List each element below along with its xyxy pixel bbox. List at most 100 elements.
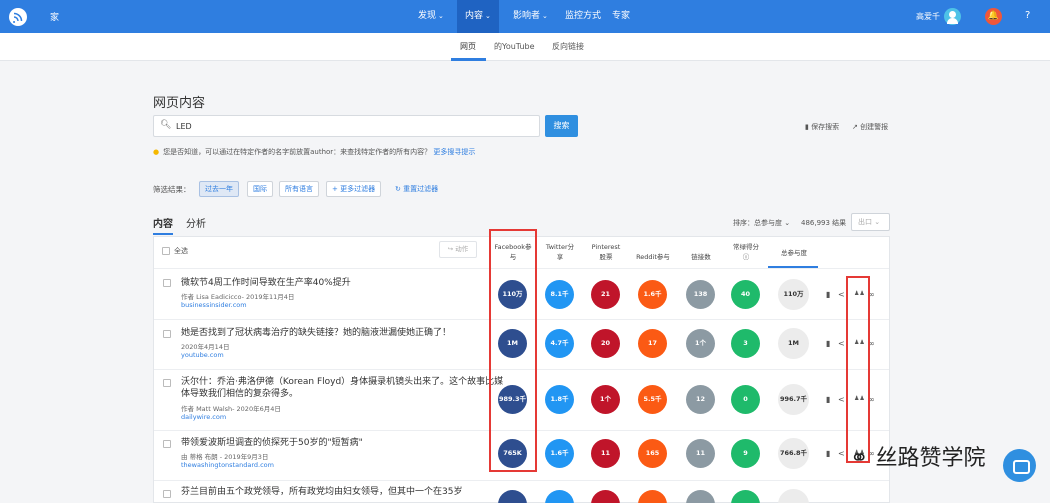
col-header-links[interactable]: 链接数 [680, 252, 722, 262]
refresh-icon: ↻ [395, 185, 404, 193]
metric-bubble-pinterest: 11 [591, 439, 620, 468]
filter-label: 筛选结果： [153, 185, 191, 194]
metric-bubble-reddit: 1.6千 [638, 280, 667, 309]
nav-discover[interactable]: 发现 ⌄ [410, 0, 452, 33]
metric-bubble-twitter: 8.1千 [545, 280, 574, 309]
filter-past-year[interactable]: 过去一年 [199, 181, 239, 197]
metric-bubble-pinterest: 20 [591, 329, 620, 358]
row-title[interactable]: 带领爱波斯坦调查的侦探死于50岁的"短暂病" [181, 437, 481, 449]
metric-bubble-links: 1个 [686, 329, 715, 358]
bookmark-icon[interactable]: ▮ [826, 290, 830, 299]
row-checkbox[interactable] [163, 330, 171, 338]
nav-monitoring[interactable]: 监控方式 [557, 0, 609, 33]
share-icon[interactable]: < [838, 449, 845, 458]
row-checkbox[interactable] [163, 440, 171, 448]
metric-bubble-total: 766.8千 [778, 438, 809, 469]
metric-bubble-reddit: 17 [638, 329, 667, 358]
nav-experts[interactable]: 专家 [604, 0, 638, 33]
create-alert-button[interactable]: ↗ 创建警报 [852, 122, 888, 132]
col-header-evergreen[interactable]: 常绿得分 ⓘ [725, 242, 767, 262]
metric-bubble-total: 996.7千 [778, 384, 809, 415]
row-title[interactable]: 微软节4周工作时间导致在生产率40%提升 [181, 277, 481, 289]
row-domain[interactable]: businessinsider.com [181, 301, 247, 309]
logo-icon[interactable] [8, 7, 28, 27]
avatar[interactable] [944, 8, 961, 25]
chevron-down-icon: ⌄ [485, 12, 491, 20]
chevron-down-icon: ⌄ [438, 12, 444, 20]
tab-backlinks[interactable]: 反向链接 [552, 41, 584, 52]
watermark: ⚭ 丝路赞学院 [850, 446, 986, 471]
top-navbar: 家 发现 ⌄ 内容 ⌄ 影响者 ⌄ 监控方式 专家 高爱千 🔔 ? [0, 0, 1050, 33]
lightbulb-icon: ● [153, 148, 160, 156]
row-domain[interactable]: dailywire.com [181, 413, 226, 421]
metric-bubble-links: 12 [686, 385, 715, 414]
metric-bubble-evergreen: 3 [731, 329, 760, 358]
bookmark-icon[interactable]: ▮ [826, 395, 830, 404]
metric-bubble-reddit: 5.5千 [638, 385, 667, 414]
col-header-total[interactable]: 总参与度 [770, 248, 818, 258]
row-checkbox[interactable] [163, 279, 171, 287]
sub-tabs: 网页 的YouTube 反向链接 [0, 33, 1050, 61]
row-domain[interactable]: thewashingtonstandard.com [181, 461, 274, 469]
chevron-down-icon: ⌄ [542, 12, 548, 20]
user-name[interactable]: 高爱千 [916, 11, 940, 22]
export-button[interactable]: 出口 ⌄ [851, 213, 890, 231]
tab-content[interactable]: 内容 [153, 215, 173, 230]
nav-influencers[interactable]: 影响者 ⌄ [505, 0, 556, 33]
metric-bubble-total: 110万 [778, 279, 809, 310]
row-meta: 2020年4月14日 [181, 343, 230, 351]
metric-bubble-twitter: 4.7千 [545, 329, 574, 358]
action-button[interactable]: ↪ 动作 [439, 241, 477, 258]
tab-analysis[interactable]: 分析 [186, 215, 206, 230]
col-header-pinterest[interactable]: Pinterest 股票 [585, 242, 627, 262]
search-box: 🔍︎ [153, 115, 540, 137]
search-input[interactable] [176, 119, 526, 133]
select-all-checkbox[interactable] [162, 247, 170, 255]
metric-bubble-links: 11 [686, 439, 715, 468]
wechat-icon: ⚭ [850, 446, 876, 471]
filter-country[interactable]: 国际 [247, 181, 273, 197]
more-search-tips-link[interactable]: 更多搜寻提示 [433, 148, 475, 156]
reset-filters-button[interactable]: ↻ 重置过滤器 [395, 184, 438, 194]
save-search-button[interactable]: ▮ 保存搜索 [805, 122, 839, 132]
row-meta: 作者 Lisa Eadicicco- 2019年11月4日 [181, 293, 295, 301]
metric-bubble-total: 1M [778, 328, 809, 359]
more-filters-button[interactable]: + 更多过滤器 [326, 181, 382, 197]
sort-dropdown[interactable]: 排序：总参与度 ⌄ [733, 218, 790, 228]
bookmark-icon[interactable]: ▮ [826, 339, 830, 348]
row-checkbox[interactable] [163, 379, 171, 387]
metric-bubble-pinterest: 1个 [591, 385, 620, 414]
filter-language[interactable]: 所有语言 [279, 181, 319, 197]
row-checkbox[interactable] [163, 490, 171, 498]
metric-bubble-evergreen: 9 [731, 439, 760, 468]
metric-bubble-reddit: 165 [638, 439, 667, 468]
col-header-twitter[interactable]: Twitter分享 [539, 242, 581, 262]
search-tip: ● 您是否知道，可以通过在特定作者的名字前放置author：来查找特定作者的所有内… [153, 148, 476, 156]
tab-youtube[interactable]: 的YouTube [494, 41, 535, 52]
metric-bubble-twitter: 1.6千 [545, 439, 574, 468]
row-title[interactable]: 沃尔什：乔治·弗洛伊德（Korean Floyd）身体摄录机镜头出来了。这个故事… [181, 376, 506, 400]
row-title[interactable]: 她是否找到了冠状病毒治疗的缺失链接？她的脑液泄漏使她正确了！ [181, 327, 511, 339]
bell-icon[interactable]: 🔔 [985, 8, 1002, 25]
nav-home[interactable]: 家 [50, 10, 59, 23]
trend-icon: ↗ [852, 123, 861, 131]
chat-button[interactable] [1003, 449, 1036, 482]
nav-content[interactable]: 内容 ⌄ [457, 0, 499, 33]
col-header-reddit[interactable]: Reddit参与 [632, 252, 674, 262]
metric-bubble-twitter: 1.8千 [545, 385, 574, 414]
row-meta: 作者 Matt Walsh- 2020年6月4日 [181, 405, 281, 413]
result-count: 486,993 结果 [801, 219, 847, 227]
tab-webpages[interactable]: 网页 [460, 41, 476, 52]
help-icon[interactable]: ? [1025, 10, 1030, 21]
search-button[interactable]: 搜索 [545, 115, 578, 137]
highlight-box-facebook [489, 229, 537, 472]
share-icon[interactable]: < [838, 290, 845, 299]
row-domain[interactable]: youtube.com [181, 351, 224, 359]
row-meta: 由 蒂格 布朗 - 2019年9月3日 [181, 453, 269, 461]
bookmark-icon[interactable]: ▮ [826, 449, 830, 458]
row-title[interactable]: 芬兰目前由五个政党领导，所有政党均由妇女领导，但其中一个在35岁 [181, 486, 511, 498]
share-icon[interactable]: < [838, 395, 845, 404]
share-icon[interactable]: < [838, 339, 845, 348]
metric-bubble-evergreen: 40 [731, 280, 760, 309]
metric-bubble-pinterest: 21 [591, 280, 620, 309]
